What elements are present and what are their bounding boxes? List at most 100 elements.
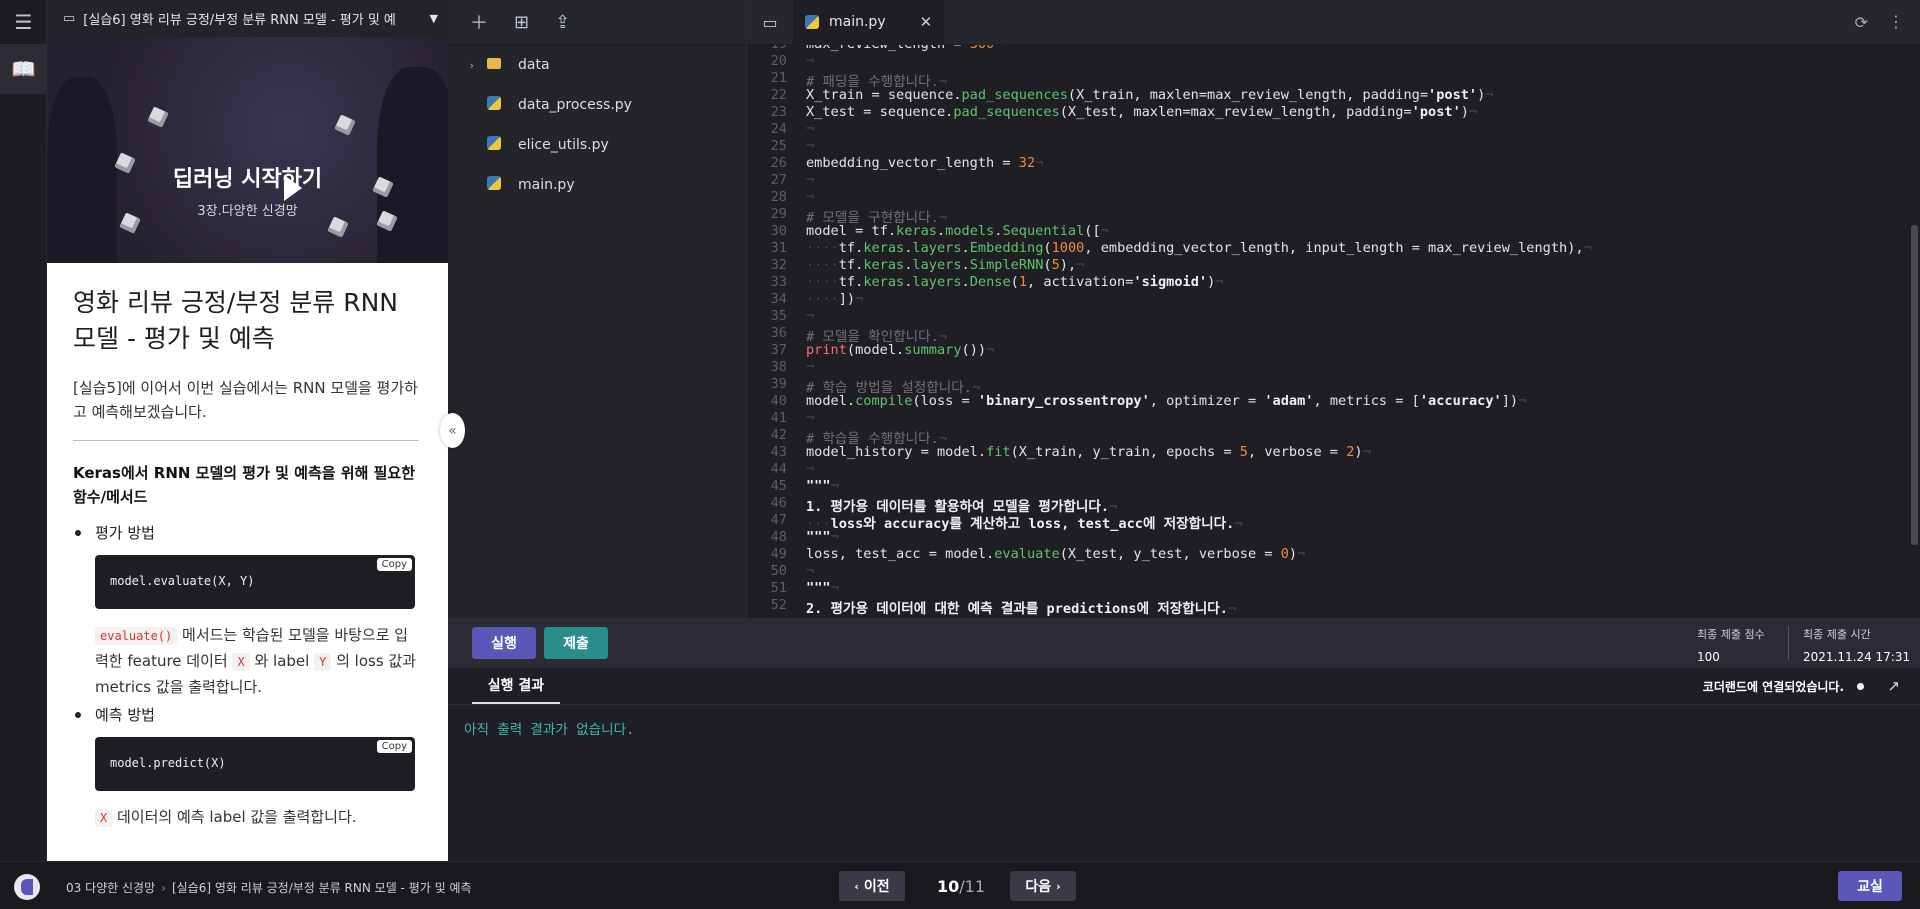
final-time-value: 2021.11.24 17:31 [1803, 650, 1911, 664]
file-item-data-process[interactable]: data_process.py [448, 85, 746, 125]
folder-icon [484, 57, 504, 73]
line-number: 45 [770, 478, 787, 494]
section-heading: Keras에서 RNN 모델의 평가 및 예측을 위해 필요한 함수/메서드 [73, 463, 415, 507]
status-dot [1857, 683, 1864, 690]
inline-code: Y [314, 652, 332, 671]
chevron-down-icon[interactable]: ▼ [430, 12, 438, 25]
line-number: 27 [770, 172, 787, 188]
collapse-panel-button[interactable]: « [440, 413, 465, 448]
code-line: model = tf.keras.models.Sequential([¬ [806, 223, 1109, 239]
file-item-main[interactable]: main.py [448, 165, 746, 205]
external-link-icon[interactable]: ↗ [1887, 677, 1900, 695]
run-bar: 실행 제출 최종 제출 점수 100 최종 제출 시간 2021.11.24 1… [448, 618, 1920, 668]
copy-button[interactable]: Copy [376, 558, 412, 571]
video-title: 딥러닝 시작하기 [172, 167, 323, 192]
line-number: 44 [770, 461, 787, 477]
file-item-elice-utils[interactable]: elice_utils.py [448, 125, 746, 165]
code-line: ····])¬ [806, 291, 864, 307]
python-file-icon [484, 176, 504, 194]
bottom-bar: 03 다양한 신경망 › [실습6] 영화 리뷰 긍정/부정 분류 RNN 모델 -… [0, 861, 1920, 909]
inline-code: X [95, 809, 113, 828]
lesson-panel: ▭ [실습6] 영화 리뷰 긍정/부정 분류 RNN 모델 - 평가 및 예 ▼… [47, 0, 448, 861]
line-number: 25 [770, 138, 787, 154]
code-line: X_train = sequence.pad_sequences(X_train… [806, 87, 1494, 103]
lesson-body: 영화 리뷰 긍정/부정 분류 RNN 모델 - 평가 및 예측 [실습5]에 이… [47, 263, 443, 861]
editor-tabbar: ▭ main.py ✕ [747, 0, 1920, 45]
code-line: ····tf.keras.layers.SimpleRNN(5),¬ [806, 257, 1085, 273]
more-icon[interactable]: ⋮ [1888, 12, 1904, 31]
code-line: embedding_vector_length = 32¬ [806, 155, 1044, 171]
line-number: 29 [770, 206, 787, 222]
prev-button[interactable]: ‹ 이전 [839, 871, 905, 901]
run-button[interactable]: 실행 [472, 627, 536, 659]
refresh-icon[interactable]: ⟳ [1855, 13, 1868, 32]
next-button[interactable]: 다음 › [1010, 871, 1076, 901]
code-line: print(model.summary())¬ [806, 342, 995, 358]
inline-code: X [232, 652, 250, 671]
file-item-data[interactable]: › data [448, 45, 746, 85]
video-thumbnail[interactable]: 딥러닝 시작하기 3장.다양한 신경망 [47, 37, 448, 263]
copy-button[interactable]: Copy [376, 740, 412, 754]
breadcrumb: 03 다양한 신경망 › [실습6] 영화 리뷰 긍정/부정 분류 RNN 모델 -… [66, 879, 472, 896]
line-number: 48 [770, 529, 787, 545]
page-total: /11 [959, 877, 986, 896]
line-number: 52 [770, 597, 787, 613]
line-number: 40 [770, 393, 787, 409]
tab-main-py[interactable]: main.py ✕ [793, 0, 945, 45]
line-number: 19 [747, 45, 787, 52]
breadcrumb-lesson[interactable]: [실습6] 영화 리뷰 긍정/부정 분류 RNN 모델 - 평가 및 예측 [172, 881, 472, 895]
line-number: 24 [770, 121, 787, 137]
line-number: 20 [770, 53, 787, 69]
line-number: 43 [770, 444, 787, 460]
chevron-right-icon[interactable]: › [448, 59, 474, 72]
lesson-title: 영화 리뷰 긍정/부정 분류 RNN 모델 - 평가 및 예측 [73, 288, 398, 354]
line-number: 37 [770, 342, 787, 358]
line-number: 49 [770, 546, 787, 562]
code-line: """¬ [806, 580, 839, 596]
line-number: 41 [770, 410, 787, 426]
final-time-label: 최종 제출 시간 [1803, 628, 1871, 641]
line-number: 30 [770, 223, 787, 239]
app-root: { "lesson": { "header_title": "[실습6] 영화 … [0, 0, 1920, 909]
lesson-intro: [실습5]에 이어서 이번 실습에서는 RNN 모델을 평가하고 예측해보겠습니… [73, 376, 419, 441]
tab-label: main.py [829, 14, 886, 30]
code-line: """¬ [806, 529, 839, 545]
logo-icon[interactable] [14, 874, 40, 900]
list-icon[interactable]: ☰ [0, 0, 47, 44]
breadcrumb-chapter[interactable]: 03 다양한 신경망 [66, 881, 155, 895]
code-line: ¬ [806, 308, 815, 324]
editor-scrollbar[interactable] [1911, 225, 1918, 545]
lesson-header[interactable]: ▭ [실습6] 영화 리뷰 긍정/부정 분류 RNN 모델 - 평가 및 예 ▼ [47, 0, 448, 37]
line-number: 46 [770, 495, 787, 511]
final-score: 최종 제출 점수 100 [1697, 626, 1765, 664]
folder-icon[interactable]: ▭ [747, 13, 793, 32]
code-line: model_history = model.fit(X_train, y_tra… [806, 444, 1371, 460]
file-name: data_process.py [518, 97, 632, 113]
play-icon[interactable] [284, 175, 302, 201]
file-name: elice_utils.py [518, 137, 609, 153]
tab-run-result[interactable]: 실행 결과 [472, 668, 560, 704]
code-line: X_test = sequence.pad_sequences(X_test, … [806, 104, 1478, 120]
code-line: 2. 평가용 데이터에 대한 예측 결과를 predictions에 저장합니다… [806, 601, 1237, 617]
upload-icon[interactable]: ⇪ [555, 12, 570, 33]
line-number: 22 [770, 87, 787, 103]
code-area[interactable]: 19 max_review_length = 300¬ 20 ¬ 21 # 패딩… [747, 45, 1907, 618]
new-file-icon[interactable]: ＋ [470, 9, 488, 35]
lesson-header-title: [실습6] 영화 리뷰 긍정/부정 분류 RNN 모델 - 평가 및 예 [83, 13, 396, 28]
chevron-right-icon: › [161, 881, 166, 895]
code-line: ¬ [806, 121, 815, 137]
close-icon[interactable]: ✕ [920, 13, 933, 31]
code-line: max_review_length = 300¬ [806, 45, 1002, 52]
book-icon[interactable]: 📖 [0, 44, 47, 94]
line-number: 51 [770, 580, 787, 596]
new-folder-icon[interactable]: ⊞ [514, 12, 529, 33]
inline-code: evaluate() [95, 627, 178, 645]
code-editor: ▭ main.py ✕ ⟳ ⋮ 19 max_review_length = 3… [746, 0, 1920, 618]
file-name: main.py [518, 177, 575, 193]
line-number: 50 [770, 563, 787, 579]
line-number: 39 [770, 376, 787, 392]
submit-button[interactable]: 제출 [544, 627, 608, 659]
classroom-button[interactable]: 교실 [1838, 871, 1902, 901]
line-number: 32 [770, 257, 787, 273]
chevron-right-icon: › [1056, 879, 1061, 893]
